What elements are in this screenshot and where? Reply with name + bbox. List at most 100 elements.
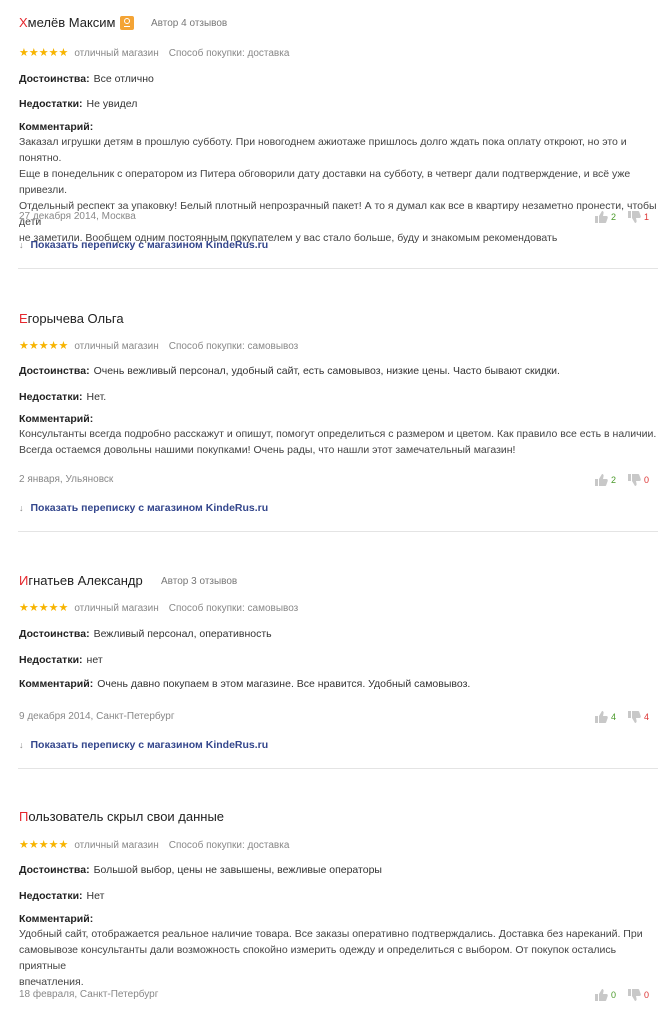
thumbs-up-icon [595,473,608,486]
rating-row: ★★★★★ отличный магазин Способ покупки: сам… [19,601,298,615]
show-correspondence-label: Показать переписку с магазином KindeRus.… [30,739,269,751]
comment-text: Консультанты всегда подробно расскажут и… [19,426,659,458]
vote-down-button[interactable]: 1 [627,209,649,223]
pros-field: Достоинства: Большой выбор, цены не завыш… [19,863,659,877]
comment-label-text: Комментарий: [19,121,94,133]
author-initial: Х [19,15,28,30]
author-initial: Е [19,311,28,326]
rating-grade: отличный магазин [74,48,159,59]
thumbs-down-icon [628,710,641,723]
comment-line: Заказал игрушки детям в прошлую субботу.… [19,136,627,164]
vote-down-button[interactable]: 4 [627,709,649,723]
comment-text: Удобный сайт, отображается реальное нали… [19,926,659,990]
vote-up-button[interactable]: 4 [594,709,616,723]
review-date-city: 27 декабря 2014, Москва [19,211,136,222]
author-review-count[interactable]: Автор 3 отзывов [161,575,237,589]
comment-line: Еще в понедельник с оператором из Питера… [19,168,631,196]
pros-text: Большой выбор, цены не завышены, вежливы… [93,864,382,876]
comment-line: Всегда остаемся довольны нашими покупкам… [19,444,516,456]
purchase-method: Способ покупки: самовывоз [168,341,299,352]
pros-text: Очень вежливый персонал, удобный сайт, е… [93,365,560,377]
cons-label: Недостатки: [19,391,83,403]
comment-label-text: Комментарий: [19,413,94,425]
show-shop-correspondence-link[interactable]: ↓ Показать переписку с магазином KindeRus… [19,501,268,515]
arrow-down-icon: ↓ [19,740,24,750]
reviews-list: Хмелёв Максим Автор 4 отзывов ★★★★★ отличны… [0,0,672,1024]
review-date-city: 2 января, Ульяновск [19,474,114,485]
cons-text: Не увидел [86,98,138,110]
purchase-method: Способ покупки: доставка [168,48,290,59]
purchase-method: Способ покупки: доставка [168,840,290,851]
rating-grade: отличный магазин [74,603,159,614]
rating-row: ★★★★★ отличный магазин Способ покупки: дос… [19,46,289,60]
cons-field: Недостатки: Нет [19,889,659,903]
comment-line: Очень давно покупаем в этом магазине. Вс… [97,678,471,690]
cons-label: Недостатки: [19,654,83,666]
review-divider [18,531,658,532]
rating-stars-icon: ★★★★★ [19,340,69,352]
cons-field: Недостатки: Не увидел [19,97,659,111]
thumbs-down-icon [628,210,641,223]
comment-label: Комментарий: [19,912,659,926]
rating-stars-icon: ★★★★★ [19,839,69,851]
vote-down-button[interactable]: 0 [627,987,649,1001]
thumbs-down-icon [628,988,641,1001]
pros-field: Достоинства: Вежливый персонал, оперативн… [19,627,659,641]
thumbs-down-icon [628,473,641,486]
vote-down-count: 0 [644,474,650,485]
vote-down-count: 1 [644,211,650,222]
pros-text: Все отлично [93,73,154,85]
author-name: Хмелёв Максим [19,14,115,32]
show-correspondence-label: Показать переписку с магазином KindeRus.… [30,239,269,251]
show-shop-correspondence-link[interactable]: ↓ Показать переписку с магазином KindeRus… [19,238,268,252]
pros-label: Достоинства: [19,864,90,876]
pros-text: Вежливый персонал, оперативность [93,628,272,640]
vote-up-button[interactable]: 2 [594,209,616,223]
cons-text: нет [86,654,103,666]
cons-label: Недостатки: [19,890,83,902]
author-name-rest: горычева Ольга [27,311,124,326]
thumbs-up-icon [595,710,608,723]
author-name: Игнатьев Александр [19,572,143,590]
pros-field: Достоинства: Все отлично [19,72,659,86]
vote-up-button[interactable]: 2 [594,472,616,486]
author-name: Егорычева Ольга [19,310,124,328]
cons-text: Нет [86,890,105,902]
review-date-city: 9 декабря 2014, Санкт-Петербург [19,711,175,722]
cons-field: Недостатки: Нет. [19,390,659,404]
odnoklassniki-icon[interactable] [120,16,134,30]
comment-label: Комментарий: [19,678,94,690]
comment-line: Консультанты всегда подробно расскажут и… [19,428,657,440]
vote-up-count: 2 [611,474,617,485]
comment-label: Комментарий: [19,120,659,134]
rating-stars-icon: ★★★★★ [19,602,69,614]
rating-grade: отличный магазин [74,840,159,851]
comment-label-text: Комментарий: [19,913,94,925]
comment-text: Заказал игрушки детям в прошлую субботу.… [19,134,659,246]
vote-up-button[interactable]: 0 [594,987,616,1001]
pros-field: Достоинства: Очень вежливый персонал, удо… [19,364,659,378]
author-review-count[interactable]: Автор 4 отзывов [151,17,227,31]
comment-label: Комментарий: [19,412,659,426]
vote-up-count: 0 [611,989,617,1000]
show-shop-correspondence-link[interactable]: ↓ Показать переписку с магазином KindeRus… [19,738,268,752]
comment-line: самовывозе консультанты дали возможность… [19,944,617,972]
author-name-rest: мелёв Максим [27,15,116,30]
pros-label: Достоинства: [19,628,90,640]
vote-down-button[interactable]: 0 [627,472,649,486]
rating-row: ★★★★★ отличный магазин Способ покупки: дос… [19,838,289,852]
thumbs-up-icon [595,988,608,1001]
review-divider [18,768,658,769]
pros-label: Достоинства: [19,73,90,85]
author-name-rest: ользователь скрыл свои данные [28,809,225,824]
vote-down-count: 0 [644,989,650,1000]
arrow-down-icon: ↓ [19,240,24,250]
author-name-rest: гнатьев Александр [28,573,143,588]
vote-down-count: 4 [644,711,650,722]
cons-text: Нет. [86,391,107,403]
review-divider [18,268,658,269]
comment-field: Комментарий: Очень давно покупаем в этом … [19,677,659,691]
rating-grade: отличный магазин [74,341,159,352]
pros-label: Достоинства: [19,365,90,377]
vote-up-count: 4 [611,711,617,722]
